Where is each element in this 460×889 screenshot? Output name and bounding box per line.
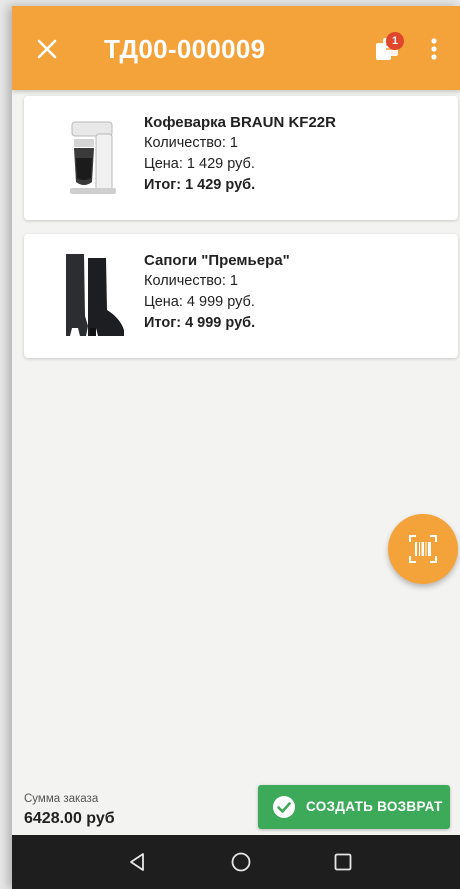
boots-image bbox=[58, 250, 128, 340]
item-quantity: Количество: 1 bbox=[144, 273, 238, 289]
system-navigation-bar bbox=[12, 835, 460, 889]
back-icon bbox=[130, 853, 144, 871]
notification-badge: 1 bbox=[386, 32, 404, 50]
item-info: Сапоги "Премьера" Количество: 1 Цена: 4 … bbox=[144, 250, 290, 334]
item-total: Итог: 1 429 руб. bbox=[144, 177, 256, 193]
home-icon bbox=[231, 852, 251, 872]
nav-back-button[interactable] bbox=[126, 851, 148, 873]
item-total: Итог: 4 999 руб. bbox=[144, 315, 256, 331]
item-price: Цена: 1 429 руб. bbox=[144, 156, 255, 172]
barcode-scan-icon bbox=[409, 535, 437, 563]
item-quantity: Количество: 1 bbox=[144, 135, 238, 151]
nav-recents-button[interactable] bbox=[332, 851, 354, 873]
order-sum-label: Сумма заказа bbox=[24, 793, 99, 805]
more-vert-icon bbox=[431, 38, 437, 60]
nav-home-button[interactable] bbox=[230, 851, 252, 873]
recents-icon bbox=[334, 853, 352, 871]
item-info: Кофеварка BRAUN KF22R Количество: 1 Цена… bbox=[144, 112, 336, 196]
order-sum-value: 6428.00 руб bbox=[24, 810, 115, 827]
check-circle-icon bbox=[273, 796, 295, 818]
scan-barcode-button[interactable] bbox=[388, 514, 458, 584]
coffee-maker-image bbox=[58, 112, 128, 202]
item-name: Сапоги "Премьера" bbox=[144, 252, 290, 269]
create-return-button[interactable]: СОЗДАТЬ ВОЗВРАТ bbox=[258, 785, 450, 829]
create-return-label: СОЗДАТЬ ВОЗВРАТ bbox=[306, 799, 443, 814]
phone-screen: ТД00-000009 1 Кофеварка BRAUN KF22R Коли… bbox=[12, 6, 460, 889]
close-button[interactable] bbox=[34, 36, 60, 62]
item-price: Цена: 4 999 руб. bbox=[144, 294, 255, 310]
page-title: ТД00-000009 bbox=[104, 34, 266, 64]
app-bar: ТД00-000009 1 bbox=[12, 6, 460, 90]
list-item[interactable]: Кофеварка BRAUN KF22R Количество: 1 Цена… bbox=[24, 96, 458, 220]
more-options-button[interactable] bbox=[424, 36, 444, 62]
close-icon bbox=[37, 39, 57, 59]
list-item[interactable]: Сапоги "Премьера" Количество: 1 Цена: 4 … bbox=[24, 234, 458, 358]
item-name: Кофеварка BRAUN KF22R bbox=[144, 114, 336, 131]
